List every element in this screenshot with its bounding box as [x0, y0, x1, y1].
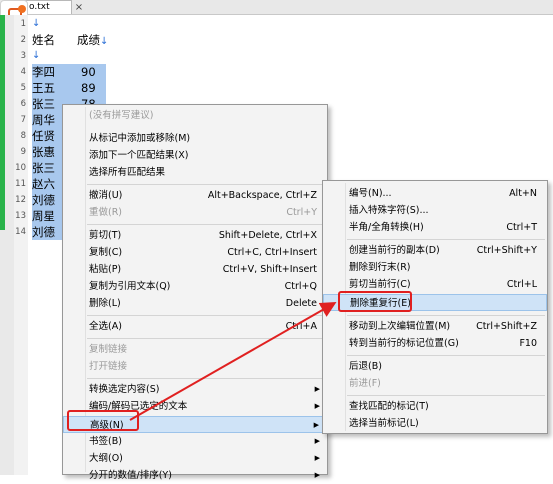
annotation-arrow [129, 302, 337, 421]
